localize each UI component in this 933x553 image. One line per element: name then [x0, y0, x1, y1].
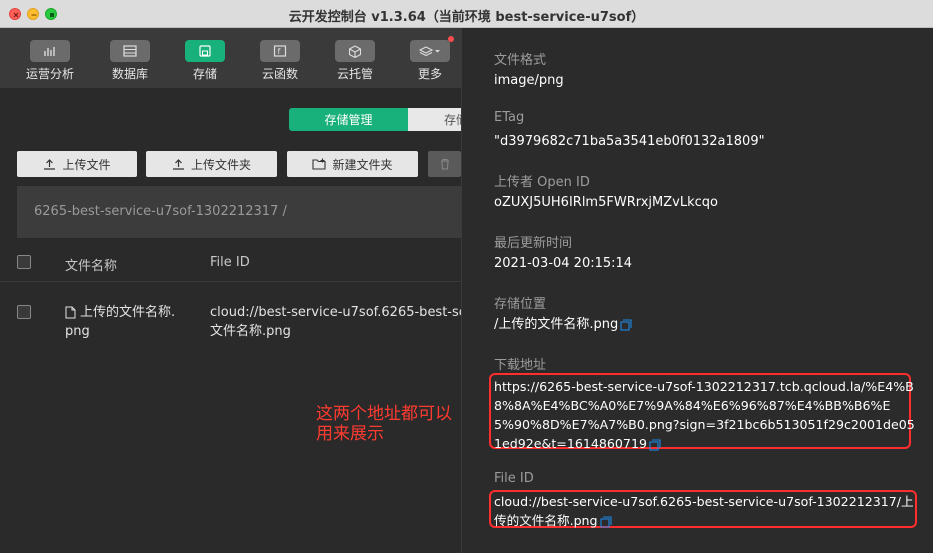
toolbar-label: 运营分析 [25, 67, 74, 81]
toolbar-item-database[interactable]: 数据库 [100, 40, 160, 82]
toolbar-label: 存储 [192, 67, 217, 81]
location-value: /上传的文件名称.png [494, 317, 619, 332]
cube-icon [335, 40, 375, 62]
updated-value: 2021-03-04 20:15:14 [494, 256, 633, 271]
file-id-line2: 文件名称.png [210, 324, 291, 339]
download-url-line: 5%90%8D%E7%A7%B0.png?sign=3f21bc6b513051… [494, 417, 915, 432]
etag-value: "d3979682c71ba5a3541eb0f0132a1809" [494, 134, 765, 149]
toolbar-item-more[interactable]: 更多 [400, 36, 460, 82]
location-label: 存储位置 [494, 297, 547, 312]
function-icon: f [260, 40, 300, 62]
download-label: 下载地址 [494, 358, 547, 373]
breadcrumb: 6265-best-service-u7sof-1302212317 / [17, 186, 461, 238]
file-id-line1: cloud://best-service-u7sof.6265-best-ser [210, 305, 461, 320]
file-detail-panel: 文件格式 image/png ETag "d3979682c71ba5a3541… [461, 28, 933, 553]
updated-label: 最后更新时间 [494, 236, 573, 251]
file-name-line1[interactable]: 上传的文件名称. [80, 303, 175, 322]
download-url[interactable]: https://6265-best-service-u7sof-13022123… [494, 377, 915, 453]
new-folder-button[interactable]: 新建文件夹 [287, 151, 418, 177]
upload-icon [44, 159, 56, 170]
tab-storage-management[interactable]: 存储管理 [289, 108, 408, 131]
top-toolbar: 运营分析 数据库 存储 f 云函数 云托管 更多 [0, 28, 461, 88]
toolbar-item-analytics[interactable]: 运营分析 [20, 40, 80, 82]
row-checkbox[interactable] [17, 305, 31, 319]
database-icon [110, 40, 150, 62]
uploader-value: oZUXJ5UH6IRlm5FWRrxjMZvLkcqo [494, 195, 718, 210]
uploader-label: 上传者 Open ID [494, 175, 590, 190]
download-url-line: 1ed92e&t=1614860719 [494, 436, 647, 451]
toolbar-label: 云函数 [261, 67, 298, 81]
toolbar-item-storage[interactable]: 存储 [175, 40, 235, 82]
toolbar-item-functions[interactable]: f 云函数 [250, 40, 310, 82]
notification-dot [448, 36, 454, 42]
toolbar-label: 数据库 [111, 67, 148, 81]
download-url-line: 8%8A%E4%BC%A0%E7%9A%84%E6%96%87%E4%BB%B6… [494, 398, 891, 413]
toolbar-item-cloud-hosting[interactable]: 云托管 [325, 40, 385, 82]
new-folder-label: 新建文件夹 [332, 157, 393, 172]
file-name-line2[interactable]: png [65, 322, 90, 341]
copy-icon[interactable] [620, 318, 632, 331]
layers-icon [410, 36, 454, 62]
etag-label: ETag [494, 110, 525, 125]
fileid-value[interactable]: cloud://best-service-u7sof.6265-best-ser… [494, 492, 914, 530]
fileid-label: File ID [494, 471, 534, 486]
upload-folder-button[interactable]: 上传文件夹 [146, 151, 277, 177]
upload-file-label: 上传文件 [62, 157, 111, 172]
select-all-checkbox[interactable] [17, 255, 31, 269]
storage-icon [185, 40, 225, 62]
trash-icon [440, 159, 449, 170]
bar-chart-icon [30, 40, 70, 62]
toolbar-label: 云托管 [336, 67, 373, 81]
upload-file-button[interactable]: 上传文件 [17, 151, 137, 177]
delete-button[interactable] [428, 151, 461, 177]
download-url-line: https://6265-best-service-u7sof-13022123… [494, 379, 914, 394]
file-icon [65, 306, 76, 319]
main-area: 运营分析 数据库 存储 f 云函数 云托管 更多 存储管理 存储 上传文件 上传… [0, 28, 468, 553]
toolbar-label: 更多 [417, 67, 442, 81]
table-divider [0, 281, 461, 282]
copy-icon[interactable] [599, 515, 612, 528]
fileid-line: cloud://best-service-u7sof.6265-best-ser… [494, 494, 914, 509]
title-bar: 云开发控制台 v1.3.64（当前环境 best-service-u7sof） [0, 0, 933, 28]
svg-text:f: f [278, 47, 281, 56]
column-header-file-id: File ID [210, 255, 250, 270]
tab-storage-other[interactable]: 存储 [408, 108, 468, 131]
format-label: 文件格式 [494, 53, 547, 68]
upload-folder-label: 上传文件夹 [190, 157, 251, 172]
upload-icon [172, 159, 184, 170]
copy-icon[interactable] [649, 438, 661, 451]
format-value: image/png [494, 73, 564, 88]
column-header-name: 文件名称 [65, 259, 118, 274]
window-title: 云开发控制台 v1.3.64（当前环境 best-service-u7sof） [288, 10, 645, 25]
annotation-note: 这两个地址都可以用来展示 [316, 404, 452, 444]
fileid-line: 传的文件名称.png [494, 513, 598, 528]
new-folder-icon [312, 158, 327, 170]
location-row: /上传的文件名称.png [494, 315, 632, 334]
